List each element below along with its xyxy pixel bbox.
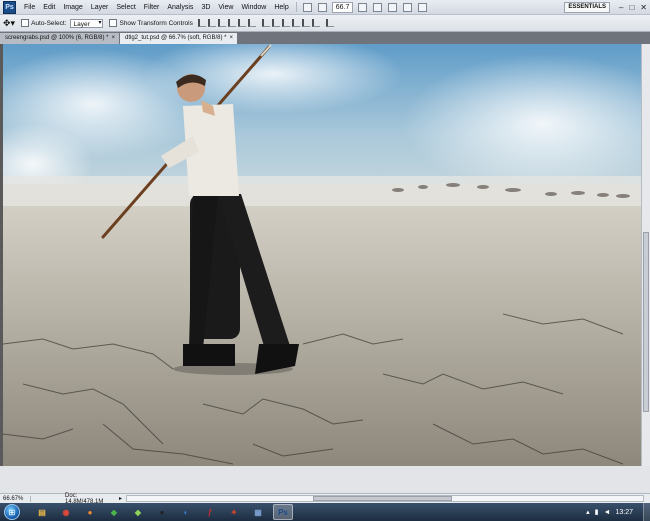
vertical-scroll-thumb[interactable] <box>643 232 649 412</box>
distribute-buttons <box>261 19 321 27</box>
rotate-view-icon[interactable] <box>388 2 398 12</box>
taskbar-clock[interactable]: 13:27 <box>615 509 633 516</box>
taskbar-app-media-icon[interactable]: ● <box>153 505 171 519</box>
distribute-bottom-icon[interactable] <box>281 19 290 27</box>
horizontal-scroll-thumb[interactable] <box>312 496 453 501</box>
horizontal-scrollbar[interactable] <box>126 495 644 502</box>
hand-tool-icon[interactable] <box>358 2 368 12</box>
taskbar-app-app-icon[interactable]: ◆ <box>129 505 147 519</box>
align-top-icon[interactable] <box>197 19 206 27</box>
windows-taskbar: ⊞ ▤ ◉ ● ◆ ◆ ● ◐ ƒ ✦ ▦ Ps ▴ ▮ ◄ 13:27 <box>0 503 650 521</box>
start-button[interactable]: ⊞ <box>4 504 20 520</box>
bridge-icon[interactable] <box>302 2 312 12</box>
canvas-artwork <box>3 44 641 466</box>
taskbar-app-notepad-icon[interactable]: ▦ <box>249 505 267 519</box>
tab-label: dtlg2_tut.psd @ 66.7% (soft, RGB/8) * <box>125 35 227 41</box>
firefox-icon: ● <box>87 507 93 517</box>
align-right-icon[interactable] <box>247 19 256 27</box>
align-left-icon[interactable] <box>227 19 236 27</box>
auto-select-label: Auto-Select: <box>31 19 67 27</box>
distribute-left-icon[interactable] <box>291 19 300 27</box>
flash-icon: ƒ <box>207 507 213 517</box>
volume-icon[interactable]: ◄ <box>604 509 611 516</box>
align-bottom-icon[interactable] <box>217 19 226 27</box>
status-zoom-field[interactable]: 66.67% <box>0 495 31 502</box>
status-menu-arrow-icon[interactable]: ▸ <box>119 495 122 502</box>
chrome-icon: ◉ <box>62 507 70 517</box>
taskbar-app-utility-icon[interactable]: ◆ <box>105 505 123 519</box>
zoom-level-field[interactable]: 66.7 <box>331 1 354 13</box>
distribute-right-icon[interactable] <box>311 19 320 27</box>
utility-icon: ◆ <box>110 507 118 517</box>
folder-icon: ▤ <box>38 507 46 517</box>
zoom-tool-icon[interactable] <box>373 2 383 12</box>
status-bar: 66.67% Doc: 14.8M/478.1M ▸ <box>0 493 650 505</box>
close-window-button[interactable]: ✕ <box>637 0 650 15</box>
screen-mode-icon[interactable] <box>418 2 428 12</box>
explorer-icon: ◐ <box>183 507 189 517</box>
tab-screengrabs[interactable]: screengrabs.psd @ 100% (6, RGB/8) * × <box>0 33 119 44</box>
taskbar-app-firefox-icon[interactable]: ● <box>81 505 99 519</box>
taskbar-app-fireworks-icon[interactable]: ✦ <box>225 505 243 519</box>
move-tool-icon[interactable]: ✥▾ <box>3 18 15 29</box>
auto-select-checkbox[interactable] <box>21 19 30 27</box>
fireworks-icon: ✦ <box>230 507 238 517</box>
menu-view[interactable]: View <box>214 0 237 15</box>
menu-bar: Ps File Edit Image Layer Select Filter A… <box>0 0 650 15</box>
menu-edit[interactable]: Edit <box>39 0 59 15</box>
tab-dtlg2-tut[interactable]: dtlg2_tut.psd @ 66.7% (soft, RGB/8) * × <box>120 33 237 44</box>
notepad-icon: ▦ <box>254 507 262 517</box>
show-transform-label: Show Transform Controls <box>119 19 193 27</box>
distribute-vcenter-icon[interactable] <box>271 19 280 27</box>
menu-window[interactable]: Window <box>237 0 270 15</box>
desert-ground <box>3 184 641 466</box>
network-icon[interactable]: ▮ <box>595 508 599 516</box>
taskbar-app-folder-icon[interactable]: ▤ <box>33 505 51 519</box>
minimize-button[interactable]: – <box>616 0 626 15</box>
show-transform-checkbox[interactable] <box>109 19 118 27</box>
menu-layer[interactable]: Layer <box>87 0 113 15</box>
taskbar-apps: ▤ ◉ ● ◆ ◆ ● ◐ ƒ ✦ ▦ Ps <box>30 504 296 520</box>
menubar-divider <box>295 2 297 12</box>
system-tray: ▴ ▮ ◄ 13:27 <box>586 503 650 521</box>
auto-align-layers-icon[interactable] <box>325 19 334 27</box>
media-icon: ● <box>159 507 165 517</box>
taskbar-app-chrome-icon[interactable]: ◉ <box>57 505 75 519</box>
taskbar-app-photoshop-icon[interactable]: Ps <box>273 504 293 520</box>
workspace-switcher[interactable]: ESSENTIALS <box>564 1 610 13</box>
menu-help[interactable]: Help <box>270 0 292 15</box>
mini-bridge-icon[interactable] <box>317 2 327 12</box>
show-desktop-button[interactable] <box>643 503 650 521</box>
horizon-haze <box>3 176 641 206</box>
auto-select-dropdown[interactable]: Layer <box>70 18 104 28</box>
workspace-area: ESSENTIALS – □ ✕ <box>564 0 650 15</box>
menu-file[interactable]: File <box>20 0 39 15</box>
taskbar-app-flash-icon[interactable]: ƒ <box>201 505 219 519</box>
app-icon: ◆ <box>134 507 142 517</box>
align-hcenter-icon[interactable] <box>237 19 246 27</box>
options-bar: ✥▾ Auto-Select: Layer Show Transform Con… <box>0 15 650 32</box>
taskbar-app-explorer-icon[interactable]: ◐ <box>177 505 195 519</box>
close-tab-icon[interactable]: × <box>229 35 233 41</box>
tab-label: screengrabs.psd @ 100% (6, RGB/8) * <box>5 35 109 41</box>
distribute-top-icon[interactable] <box>261 19 270 27</box>
align-vcenter-icon[interactable] <box>207 19 216 27</box>
menu-select[interactable]: Select <box>112 0 139 15</box>
menu-analysis[interactable]: Analysis <box>163 0 197 15</box>
vertical-scrollbar[interactable] <box>641 44 650 466</box>
menu-3d[interactable]: 3D <box>197 0 214 15</box>
tray-arrow-icon[interactable]: ▴ <box>586 508 590 516</box>
align-buttons <box>197 19 257 27</box>
close-tab-icon[interactable]: × <box>111 35 115 41</box>
canvas-pasteboard <box>0 466 650 493</box>
photoshop-logo-icon[interactable]: Ps <box>3 0 16 14</box>
distribute-hcenter-icon[interactable] <box>301 19 310 27</box>
document-canvas[interactable] <box>3 44 641 466</box>
photoshop-icon: Ps <box>278 507 288 517</box>
maximize-button[interactable]: □ <box>626 0 637 15</box>
menu-filter[interactable]: Filter <box>140 0 164 15</box>
document-tabs: screengrabs.psd @ 100% (6, RGB/8) * × dtl… <box>0 32 650 44</box>
menu-image[interactable]: Image <box>59 0 86 15</box>
arrange-documents-icon[interactable] <box>403 2 413 12</box>
